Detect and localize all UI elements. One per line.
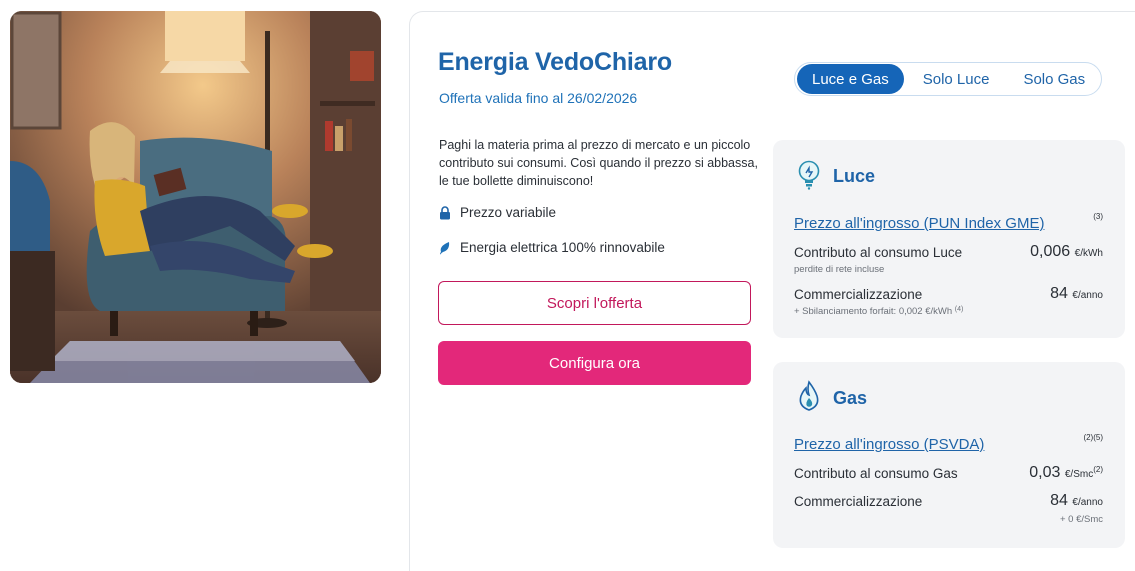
gas-panel: Gas Prezzo all'ingrosso (PSVDA) (2)(5) C… [773,362,1125,548]
lightbulb-icon [795,158,823,195]
offer-title: Energia VedoChiaro [438,48,672,76]
offer-illustration [10,11,381,383]
luce-commercial-value: 84 €/anno [1050,285,1103,302]
luce-contribution-sub: perdite di rete incluse [794,264,885,275]
leaf-icon [439,241,451,255]
luce-contribution-label: Contributo al consumo Luce [794,245,963,260]
woman-reading-illustration [10,11,381,383]
gas-header: Gas [795,380,867,417]
gas-contribution-label: Contributo al consumo Gas [794,466,958,481]
gas-wholesale-price-link[interactable]: Prezzo all'ingrosso (PSVDA) [794,436,984,453]
supply-type-tabs: Luce e Gas Solo Luce Solo Gas [794,62,1102,96]
gas-commercial-label: Commercializzazione [794,494,923,509]
configure-now-button[interactable]: Configura ora [438,341,751,385]
luce-title: Luce [833,166,876,186]
luce-panel: Luce Prezzo all'ingrosso (PUN Index GME)… [773,140,1125,338]
gas-title: Gas [833,388,868,408]
feature-variable-price: Prezzo variabile [439,205,556,220]
lock-icon [439,205,451,220]
gas-commercial-extra: + 0 €/Smc [1059,514,1103,525]
gas-price-note: (2)(5) [1083,433,1103,442]
tab-luce-e-gas[interactable]: Luce e Gas [797,64,904,94]
offer-description: Paghi la materia prima al prezzo di merc… [439,138,758,188]
luce-wholesale-price-link[interactable]: Prezzo all'ingrosso (PUN Index GME) [794,215,1044,232]
feature-label: Energia elettrica 100% rinnovabile [460,240,665,255]
tab-solo-luce[interactable]: Solo Luce [908,64,1005,94]
offer-card: Energia VedoChiaro Offerta valida fino a… [409,11,1135,571]
luce-price-note: (3) [1093,212,1103,221]
offer-validity: Offerta valida fino al 26/02/2026 [439,90,638,106]
feature-renewable: Energia elettrica 100% rinnovabile [439,240,665,255]
luce-commercial-label: Commercializzazione [794,287,923,302]
discover-offer-button[interactable]: Scopri l'offerta [438,281,751,325]
luce-commercial-sub: + Sbilanciamento forfait: 0,002 €/kWh (4… [794,306,964,317]
luce-header: Luce [795,158,875,195]
feature-label: Prezzo variabile [460,205,557,220]
gas-commercial-value: 84 €/anno [1050,492,1103,509]
flame-icon [795,380,823,417]
luce-contribution-value: 0,006 €/kWh [1030,243,1103,260]
tab-solo-gas[interactable]: Solo Gas [1008,64,1100,94]
gas-contribution-value: 0,03 €/Smc(2) [1029,464,1103,481]
